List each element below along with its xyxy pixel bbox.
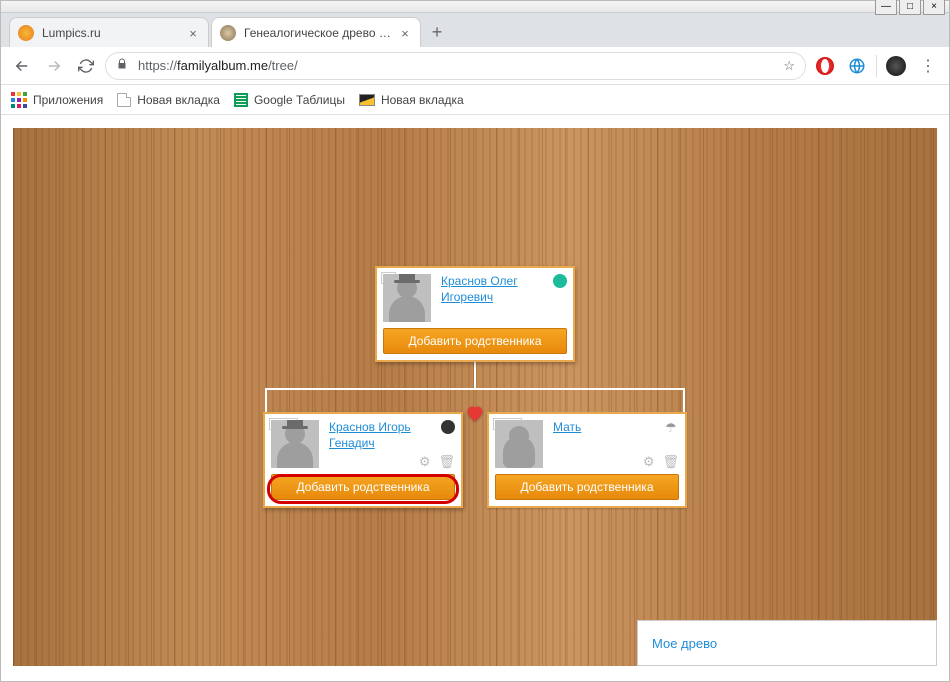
- bookmark-label: Новая вкладка: [381, 93, 464, 107]
- picture-icon: [359, 94, 375, 106]
- trash-icon[interactable]: 🗑: [662, 454, 679, 470]
- apps-grid-icon: [11, 92, 27, 108]
- toolbar: https://familyalbum.me/tree/ ☆ ⋮: [1, 47, 949, 85]
- browser-tab[interactable]: Lumpics.ru ×: [9, 17, 209, 47]
- window-maximize-button[interactable]: □: [899, 0, 921, 15]
- bottom-panel[interactable]: Мое древо: [637, 620, 937, 666]
- trash-icon[interactable]: 🗑: [438, 454, 455, 470]
- tab-close-icon[interactable]: ×: [186, 26, 200, 40]
- tab-close-icon[interactable]: ×: [398, 26, 412, 40]
- page-content: Я Краснов Олег Игоревич Добавить родстве…: [13, 128, 937, 666]
- person-name-link[interactable]: Мать: [553, 420, 679, 436]
- tree-connector: [474, 362, 476, 388]
- add-relative-button[interactable]: Добавить родственника: [271, 474, 455, 500]
- tab-favicon: [18, 25, 34, 41]
- page-icon: [117, 93, 131, 107]
- tree-card-me[interactable]: Я Краснов Олег Игоревич Добавить родстве…: [375, 266, 575, 362]
- tree-connector: [265, 388, 685, 412]
- url-path: /tree/: [268, 58, 298, 73]
- window-titlebar: — □ ×: [1, 1, 949, 13]
- reload-button[interactable]: [73, 53, 99, 79]
- gear-icon[interactable]: ⚙: [643, 454, 655, 470]
- bookmark-label: Новая вкладка: [137, 93, 220, 107]
- apps-label: Приложения: [33, 93, 103, 107]
- tree-card-mother[interactable]: Мать ☂ Мать ⚙ 🗑 Добавить родственника: [487, 412, 687, 508]
- tab-favicon: [220, 25, 236, 41]
- forward-button: [41, 53, 67, 79]
- lock-icon: [116, 58, 130, 73]
- apps-button[interactable]: Приложения: [11, 92, 103, 108]
- heart-icon: [464, 402, 486, 424]
- url-protocol: https://: [138, 58, 177, 73]
- add-relative-button[interactable]: Добавить родственника: [383, 328, 567, 354]
- bookmark-item[interactable]: Новая вкладка: [359, 93, 464, 107]
- back-button[interactable]: [9, 53, 35, 79]
- gear-icon[interactable]: ⚙: [419, 454, 431, 470]
- add-relative-button[interactable]: Добавить родственника: [495, 474, 679, 500]
- globe-extension-icon[interactable]: [844, 53, 870, 79]
- bookmark-star-icon[interactable]: ☆: [783, 58, 795, 74]
- person-name-link[interactable]: Краснов Игорь Генадич: [329, 420, 455, 451]
- window-close-button[interactable]: ×: [923, 0, 945, 15]
- browser-tabs: Lumpics.ru × Генеалогическое древо — Сем…: [1, 13, 949, 47]
- tree-card-father[interactable]: Отец Краснов Игорь Генадич ⚙ 🗑 Добавить …: [263, 412, 463, 508]
- avatar-placeholder: [383, 274, 431, 322]
- person-name-link[interactable]: Краснов Олег Игоревич: [441, 274, 567, 305]
- umbrella-icon: ☂: [665, 420, 679, 434]
- my-tree-link[interactable]: Мое древо: [652, 636, 717, 651]
- bookmark-item[interactable]: Google Таблицы: [234, 93, 345, 107]
- sheets-icon: [234, 93, 248, 107]
- family-tree: Я Краснов Олег Игоревич Добавить родстве…: [13, 266, 937, 508]
- avatar-placeholder: [271, 420, 319, 468]
- browser-tab[interactable]: Генеалогическое древо — Сем… ×: [211, 17, 421, 47]
- url-host: familyalbum.me: [177, 58, 268, 73]
- avatar-placeholder: [495, 420, 543, 468]
- window-minimize-button[interactable]: —: [875, 0, 897, 15]
- tab-title: Lumpics.ru: [42, 26, 186, 40]
- status-dot-icon: [441, 420, 455, 434]
- browser-menu-button[interactable]: ⋮: [915, 56, 941, 76]
- opera-extension-icon[interactable]: [812, 53, 838, 79]
- bookmark-label: Google Таблицы: [254, 93, 345, 107]
- profile-avatar[interactable]: [883, 53, 909, 79]
- tab-title: Генеалогическое древо — Сем…: [244, 26, 398, 40]
- address-bar[interactable]: https://familyalbum.me/tree/ ☆: [105, 52, 806, 80]
- bookmark-item[interactable]: Новая вкладка: [117, 93, 220, 107]
- status-dot-icon: [553, 274, 567, 288]
- bookmarks-bar: Приложения Новая вкладка Google Таблицы …: [1, 85, 949, 115]
- new-tab-button[interactable]: +: [423, 19, 451, 47]
